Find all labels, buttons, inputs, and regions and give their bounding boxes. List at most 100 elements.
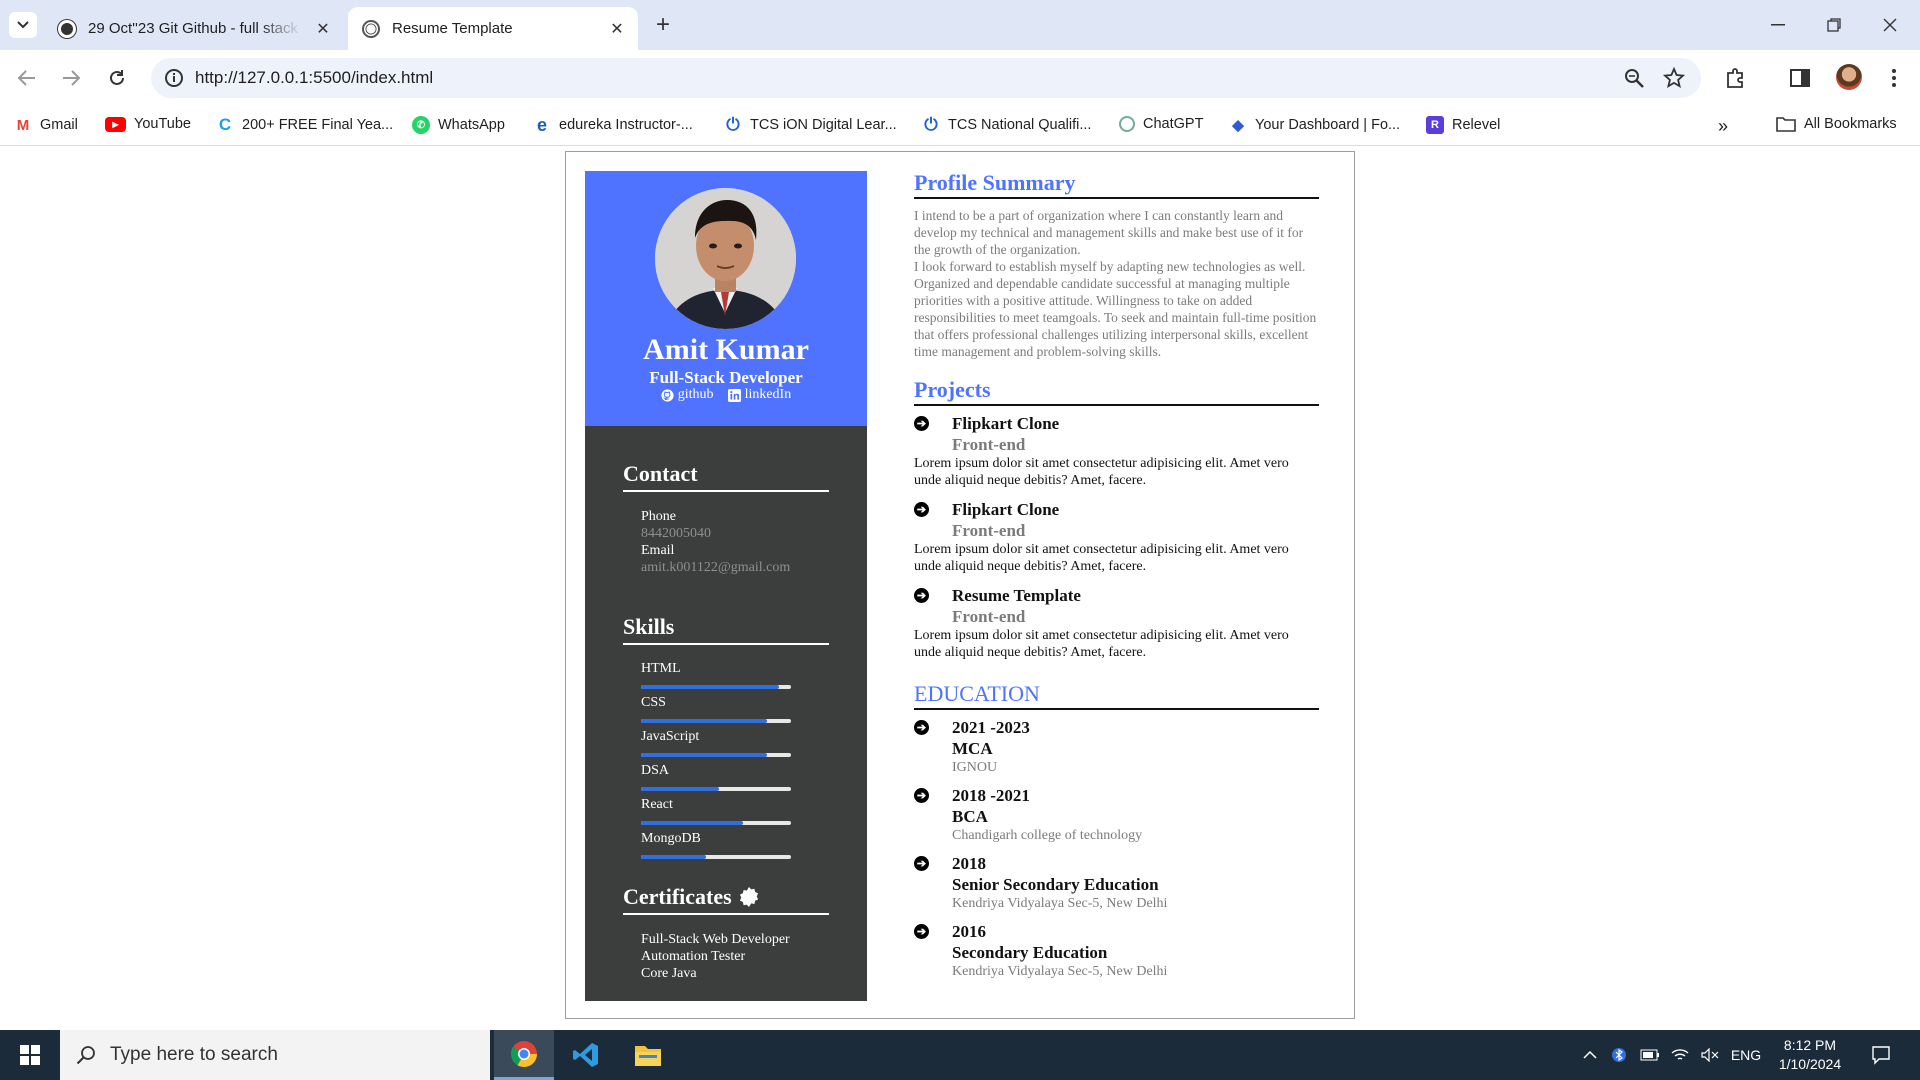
tab-title: 29 Oct''23 Git Github - full stack [88,20,298,37]
arrow-left-icon [18,70,35,86]
taskbar-file-explorer[interactable] [618,1030,678,1080]
bookmark-youtube[interactable]: ▶ YouTube [105,116,191,132]
restore-icon [1827,18,1841,32]
url-text[interactable]: http://127.0.0.1:5500/index.html [195,68,433,88]
tab-title: Resume Template [392,20,513,37]
contact-heading-text: Contact [623,461,698,486]
resume-sidebar: Amit Kumar Full-Stack Developer github l… [585,171,867,1001]
education-item: ➔ 2016 Secondary Education Kendriya Vidy… [914,922,1319,990]
notification-icon [1872,1046,1890,1065]
arrow-circle-right-icon: ➔ [914,502,929,517]
taskbar-search[interactable]: Type here to search [60,1030,490,1080]
globe-icon [362,19,380,38]
profile-summary-heading: Profile Summary [914,170,1319,199]
clock[interactable]: 8:12 PM 1/10/2024 [1760,1036,1860,1074]
taskbar-vscode[interactable] [556,1030,616,1080]
certificates-heading-text: Certificates [623,884,732,909]
bookmark-whatsapp[interactable]: ✆ WhatsApp [412,116,505,134]
taskbar-chrome[interactable] [494,1030,554,1080]
skill-name: MongoDB [641,831,701,846]
bookmark-dashboard[interactable]: ◆ Your Dashboard | Fo... [1229,116,1400,134]
linkedin-icon [727,388,741,402]
certificates-heading: Certificates [623,884,829,915]
menu-button[interactable] [1880,64,1908,92]
dashboard-icon: ◆ [1232,117,1244,134]
back-button[interactable] [12,63,42,93]
side-panel-button[interactable] [1786,64,1814,92]
bluetooth-icon[interactable] [1608,1030,1630,1080]
tab-git-github[interactable]: 29 Oct''23 Git Github - full stack ✕ [44,7,344,50]
close-icon [1883,18,1897,32]
restore-button[interactable] [1814,10,1854,40]
arrow-circle-right-icon: ➔ [914,924,929,939]
bookmark-chatgpt[interactable]: ChatGPT [1119,116,1203,132]
email-value: amit.k001122@gmail.com [641,560,791,575]
windows-taskbar: Type here to search ENG 8:12 PM 1/10/202… [0,1030,1920,1080]
profile-avatar[interactable] [1836,64,1862,90]
tab-search-button[interactable] [9,12,37,38]
project-description: Lorem ipsum dolor sit amet consectetur a… [914,628,1289,660]
forward-button[interactable] [56,63,86,93]
more-bookmarks-button[interactable]: » [1718,116,1728,137]
skill-item: CSS [641,694,791,728]
browser-toolbar: http://127.0.0.1:5500/index.html [0,50,1920,106]
bookmark-gmail[interactable]: M Gmail [14,116,78,134]
github-link[interactable]: github [661,387,714,403]
wifi-glyph [1671,1049,1689,1060]
projects-list: ➔ Flipkart Clone Front-end Lorem ipsum d… [914,414,1319,672]
show-hidden-icons-button[interactable] [1580,1030,1600,1080]
close-tab-icon[interactable]: ✕ [312,18,334,40]
bluetooth-glyph [1612,1048,1626,1062]
power-icon: ⏻ [726,115,740,134]
all-bookmarks-button[interactable]: All Bookmarks [1776,116,1897,132]
skill-bar [641,719,791,723]
bookmark-relevel[interactable]: R Relevel [1426,116,1500,134]
folder-icon [1776,117,1796,132]
address-bar[interactable]: http://127.0.0.1:5500/index.html [151,58,1701,98]
chevron-double-right-icon: » [1718,116,1729,136]
bookmark-edureka[interactable]: e edureka Instructor-... [533,115,693,135]
relevel-icon: R [1426,116,1444,134]
volume-muted-icon[interactable] [1698,1030,1722,1080]
language-indicator[interactable]: ENG [1730,1030,1762,1080]
person-role: Full-Stack Developer [649,368,803,387]
gmail-icon: M [16,116,30,134]
phone-label: Phone [641,509,676,524]
bookmark-tcs-ion[interactable]: ⏻ TCS iON Digital Lear... [724,115,897,134]
puzzle-icon [1727,68,1743,88]
bookmark-final-year[interactable]: C 200+ FREE Final Yea... [216,115,393,134]
start-button[interactable] [0,1030,60,1080]
arrow-circle-right-icon: ➔ [914,856,929,871]
site-info-icon[interactable] [163,67,185,89]
bookmark-label: TCS iON Digital Lear... [750,117,897,133]
education-degree: BCA [952,807,988,826]
close-window-button[interactable] [1870,10,1910,40]
project-type: Front-end [952,435,1026,454]
skill-bar-fill [641,821,743,825]
close-tab-icon[interactable]: ✕ [606,18,628,40]
battery-icon[interactable] [1638,1030,1662,1080]
kebab-menu-icon [1892,69,1896,87]
bookmark-tcs-nqt[interactable]: ⏻ TCS National Qualifi... [922,115,1091,134]
bookmark-label: Your Dashboard | Fo... [1255,117,1401,133]
linkedin-link[interactable]: linkedIn [727,387,791,403]
reload-button[interactable] [102,63,132,93]
wifi-icon[interactable] [1668,1030,1692,1080]
education-year: 2018 -2021 [952,786,1030,805]
volume-glyph [1701,1048,1719,1062]
arrow-circle-right-icon: ➔ [914,588,929,603]
bookmark-label: Relevel [1452,117,1501,133]
education-degree: Secondary Education [952,943,1108,962]
zoom-icon[interactable] [1623,67,1645,89]
minimize-icon [1771,24,1785,26]
skill-item: JavaScript [641,728,791,762]
bookmark-star-icon[interactable] [1663,67,1685,89]
minimize-button[interactable] [1758,10,1798,40]
extensions-button[interactable] [1722,64,1750,92]
education-institute: Kendriya Vidyalaya Sec-5, New Delhi [952,896,1168,911]
notifications-button[interactable] [1866,1030,1896,1080]
chevron-down-icon [17,21,29,29]
phone-value: 8442005040 [641,526,711,541]
new-tab-button[interactable]: + [650,11,676,38]
tab-resume-template[interactable]: Resume Template ✕ [348,7,638,50]
